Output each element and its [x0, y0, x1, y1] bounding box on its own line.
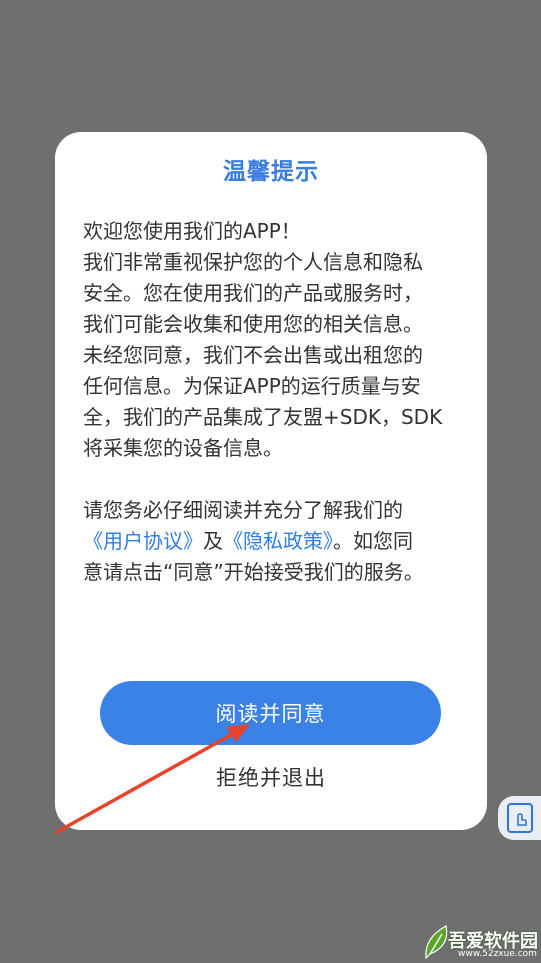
screen: 温馨提示 欢迎您使用我们的APP！ 我们非常重视保护您的个人信息和隐私 安全。您… [0, 0, 541, 963]
dialog-body: 欢迎您使用我们的APP！ 我们非常重视保护您的个人信息和隐私 安全。您在使用我们… [83, 216, 467, 588]
intro-line: 将采集您的设备信息。 [83, 436, 283, 460]
floating-assistant-button[interactable] [498, 796, 541, 840]
reject-exit-button[interactable]: 拒绝并退出 [55, 762, 487, 792]
intro-line: 安全。您在使用我们的产品或服务时， [83, 281, 423, 305]
user-agreement-link[interactable]: 《用户协议》 [83, 529, 203, 553]
consent-line: 请您务必仔细阅读并充分了解我们的 [83, 498, 403, 522]
dialog-title: 温馨提示 [223, 159, 319, 185]
assistant-touch-icon [506, 803, 533, 833]
privacy-dialog: 温馨提示 欢迎您使用我们的APP！ 我们非常重视保护您的个人信息和隐私 安全。您… [55, 132, 487, 830]
watermark: 吾爱软件园 www.52zxue.com [418, 922, 541, 963]
and-text: 及 [203, 529, 223, 553]
consent-line-links: 《用户协议》及《隐私政策》。如您同 [83, 526, 467, 557]
privacy-policy-link[interactable]: 《隐私政策》 [223, 529, 333, 553]
intro-paragraph: 欢迎您使用我们的APP！ 我们非常重视保护您的个人信息和隐私 安全。您在使用我们… [83, 216, 467, 464]
consent-line-rest: 。如您同 [333, 529, 413, 553]
intro-line: 未经您同意，我们不会出售或出租您的 [83, 343, 423, 367]
intro-line: 我们非常重视保护您的个人信息和隐私 [83, 250, 423, 274]
watermark-url: www.52zxue.com [458, 949, 537, 959]
consent-paragraph: 请您务必仔细阅读并充分了解我们的 《用户协议》及《隐私政策》。如您同 意请点击“… [83, 495, 467, 588]
intro-line: 全，我们的产品集成了友盟+SDK，SDK [83, 405, 443, 429]
intro-line: 我们可能会收集和使用您的相关信息。 [83, 312, 423, 336]
agree-button[interactable]: 阅读并同意 [100, 681, 441, 745]
consent-line: 意请点击“同意”开始接受我们的服务。 [83, 560, 424, 584]
intro-line: 任何信息。为保证APP的运行质量与安 [83, 374, 421, 398]
intro-line: 欢迎您使用我们的APP！ [83, 219, 301, 243]
